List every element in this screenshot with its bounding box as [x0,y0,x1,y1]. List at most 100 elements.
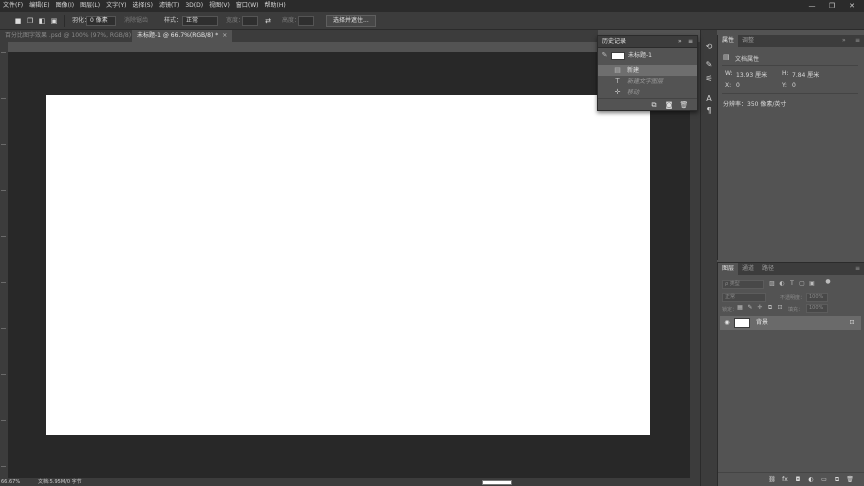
layer-row-background[interactable]: ◉ 背景 ⊡ [720,316,861,330]
tab-document-2-label: 未标题-1 @ 66.7%(RGB/8) * [137,32,219,39]
intersect-selection-icon[interactable]: ▣ [50,17,58,25]
new-document-from-state-icon[interactable]: ⧉ [649,100,659,110]
filter-type-icon[interactable]: T [788,280,796,288]
filter-smart-object-icon[interactable]: ▣ [808,280,816,288]
height-value[interactable]: 7.84 厘米 [792,70,819,79]
lock-artboard-icon[interactable]: ⧉ [766,304,774,312]
history-panel-icon[interactable]: ⟲ [704,42,714,52]
tab-channels[interactable]: 通道 [738,263,758,275]
layer-kind-filter[interactable]: ρ 类型 [722,280,764,289]
zoom-level[interactable]: 66.67% [1,478,20,486]
layer-name[interactable]: 背景 [756,316,768,330]
adjust-panel-icon[interactable]: ⚟ [704,74,714,84]
tab-document-1-label: 百分比图字效果 .psd @ 100% (97%, RGB/8) * [5,32,136,39]
lock-pixels-icon[interactable]: ✎ [746,304,754,312]
minimize-button[interactable]: — [802,0,822,12]
style-select[interactable]: 正常 [182,16,218,26]
fill-input[interactable]: 100% [806,304,828,313]
menu-window[interactable]: 窗口(W) [233,0,262,12]
x-label: X: [725,82,732,89]
history-step-move[interactable]: ✛ 移动 [598,87,697,98]
close-icon[interactable]: × [222,32,227,39]
tab-layers[interactable]: 图层 [718,263,739,275]
lock-all-icon[interactable]: ⊡ [776,304,784,312]
new-selection-icon[interactable]: ■ [14,17,22,25]
menu-type[interactable]: 文字(Y) [103,0,129,12]
menu-view[interactable]: 视图(V) [206,0,233,12]
document-canvas[interactable] [46,95,650,435]
subtract-selection-icon[interactable]: ◧ [38,17,46,25]
trash-icon[interactable]: 🗑 [846,476,854,484]
document-properties-icon: ▤ [723,53,730,61]
ruler-tick [1,98,6,99]
brush-panel-icon[interactable]: ✎ [704,60,714,70]
snapshot-name: 未标题-1 [628,52,652,59]
panel-menu-icon[interactable]: ≡ [688,36,693,48]
adjustment-layer-icon[interactable]: ◐ [807,476,815,484]
add-mask-icon[interactable]: ◘ [794,476,802,484]
y-value[interactable]: 0 [792,82,796,89]
collapse-icon[interactable]: » [838,35,850,47]
layer-thumbnail [734,318,750,328]
history-step-label: 新建文字图层 [627,78,664,85]
lock-icon[interactable]: ⊡ [848,319,856,327]
filter-adjustment-icon[interactable]: ◐ [778,280,786,288]
feather-input[interactable]: 0 像素 [86,16,116,26]
opacity-input[interactable]: 100% [806,293,828,302]
width-input[interactable] [242,16,258,26]
tab-adjustments[interactable]: 调整 [738,35,758,47]
collapse-icon[interactable]: » [678,36,682,48]
filter-toggle-icon[interactable]: ● [824,278,832,286]
link-layers-icon[interactable]: ⛓ [768,476,776,484]
new-layer-icon[interactable]: ⧉ [833,476,841,484]
trash-icon[interactable]: 🗑 [679,100,689,110]
blend-mode-select[interactable]: 正常 [722,293,766,302]
character-panel-icon[interactable]: A [704,94,714,104]
document-info[interactable]: 文档:5.95M/0 字节 [38,478,82,486]
tab-paths[interactable]: 路径 [758,263,778,275]
select-and-mask-button[interactable]: 选择并遮住... [326,15,376,27]
menu-filter[interactable]: 滤镜(T) [156,0,182,12]
lock-transparent-icon[interactable]: ▦ [736,304,744,312]
tab-document-2[interactable]: 未标题-1 @ 66.7%(RGB/8) * × [132,30,233,42]
width-value[interactable]: 13.93 厘米 [736,70,767,79]
swap-icon[interactable]: ⇄ [264,17,272,25]
menu-layer[interactable]: 图层(L) [77,0,103,12]
menu-edit[interactable]: 编辑(E) [26,0,52,12]
menu-bar: 文件(F) 编辑(E) 图像(I) 图层(L) 文字(Y) 选择(S) 滤镜(T… [0,0,864,12]
layer-style-icon[interactable]: fx [781,476,789,484]
fill-label: 填充： [788,307,804,313]
history-panel-title[interactable]: 历史记录 [602,36,626,48]
tab-properties[interactable]: 属性 [718,35,739,47]
paragraph-panel-icon[interactable]: ¶ [704,106,714,116]
menu-file[interactable]: 文件(F) [0,0,26,12]
width-label: W: [725,70,733,77]
eye-icon[interactable]: ◉ [723,319,731,327]
history-step-new[interactable]: ▤ 新建 [598,65,697,76]
panel-menu-icon[interactable]: ≡ [851,263,864,275]
antialias-checkbox[interactable]: 消除锯齿 [124,16,148,26]
history-panel-footer: ⧉ ◙ 🗑 [598,98,697,110]
restore-button[interactable]: ❐ [822,0,842,12]
new-group-icon[interactable]: ▭ [820,476,828,484]
menu-select[interactable]: 选择(S) [129,0,156,12]
horizontal-scroll-thumb[interactable] [482,480,512,485]
x-value[interactable]: 0 [736,82,740,89]
type-icon: T [615,77,620,85]
close-window-button[interactable]: ✕ [842,0,862,12]
height-input[interactable] [298,16,314,26]
menu-image[interactable]: 图像(I) [53,0,77,12]
menu-3d[interactable]: 3D(D) [182,0,206,12]
history-brush-icon[interactable]: ✎ [600,51,609,60]
add-selection-icon[interactable]: ❐ [26,17,34,25]
tab-document-1[interactable]: 百分比图字效果 .psd @ 100% (97%, RGB/8) *× [0,30,150,42]
pasteboard[interactable] [8,52,690,478]
menu-help[interactable]: 帮助(H) [262,0,289,12]
panel-menu-icon[interactable]: ≡ [851,35,864,47]
lock-position-icon[interactable]: ✛ [756,304,764,312]
history-step-new-text-layer[interactable]: T 新建文字图层 [598,76,697,87]
history-snapshot[interactable]: ✎ 未标题-1 [598,50,697,62]
camera-icon[interactable]: ◙ [664,100,674,110]
filter-shape-icon[interactable]: ▢ [798,280,806,288]
filter-pixel-icon[interactable]: ▨ [768,280,776,288]
